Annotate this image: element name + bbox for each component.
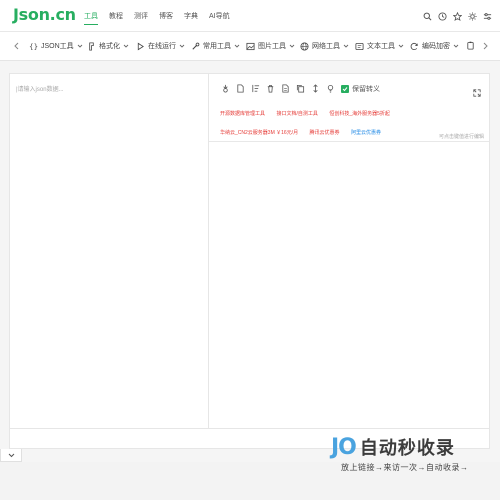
main-nav: 工具 教程 测评 博客 字典 AI导航 bbox=[84, 11, 241, 25]
scroll-right-icon[interactable] bbox=[481, 41, 489, 51]
star-icon[interactable] bbox=[450, 10, 464, 22]
output-divider bbox=[209, 141, 489, 142]
watermark: JO 自动秒收录 放上链接→来访一次→自动收录→ bbox=[331, 434, 469, 473]
settings-icon[interactable] bbox=[480, 10, 494, 22]
text-icon bbox=[355, 42, 364, 51]
tool-text[interactable]: 文本工具 bbox=[355, 41, 404, 51]
theme-icon[interactable] bbox=[465, 10, 479, 22]
tool-json[interactable]: {} JSON工具 bbox=[29, 41, 83, 51]
tool-run-online[interactable]: 在线运行 bbox=[136, 41, 185, 51]
nav-item-tutorials[interactable]: 教程 bbox=[109, 11, 123, 21]
ad-link[interactable]: 开源数据库管理工具 bbox=[220, 107, 265, 121]
json-icon: {} bbox=[29, 42, 38, 51]
ad-link[interactable]: 华纳云_CN2云服务器3M ￥16元/月 bbox=[220, 126, 298, 140]
fullscreen-icon[interactable] bbox=[473, 84, 481, 97]
expand-collapse-icon[interactable] bbox=[310, 83, 321, 94]
tool-category-bar: {} JSON工具 格式化 在线运行 常用工具 图片工具 网络工具 文本工具 编… bbox=[0, 32, 500, 61]
json-editor: |请输入json数据... 保留转义 开源数据库管理工具 接口文档/自测工具 恒… bbox=[9, 73, 490, 429]
search-icon[interactable] bbox=[420, 10, 434, 22]
ad-link[interactable]: 腾讯云优惠券 bbox=[310, 126, 340, 140]
tool-format[interactable]: 格式化 bbox=[87, 41, 129, 51]
tool-icon bbox=[191, 42, 200, 51]
chevron-down-icon bbox=[77, 43, 83, 49]
collapse-panel-button[interactable] bbox=[0, 449, 22, 462]
ad-link[interactable]: 接口文档/自测工具 bbox=[276, 107, 317, 121]
tool-image-label: 图片工具 bbox=[258, 43, 286, 50]
bulb-icon[interactable] bbox=[325, 83, 336, 94]
sort-icon[interactable] bbox=[250, 83, 261, 94]
chevron-down-icon bbox=[8, 453, 14, 457]
image-icon bbox=[246, 42, 255, 51]
top-navbar: Json.cn 工具 教程 测评 博客 字典 AI导航 bbox=[0, 0, 500, 32]
tool-common[interactable]: 常用工具 bbox=[191, 41, 240, 51]
edit-hint: 可点击键值进行编辑 bbox=[438, 134, 484, 140]
watermark-title: 自动秒收录 bbox=[359, 438, 455, 458]
scroll-left-icon[interactable] bbox=[12, 41, 20, 51]
tool-run-online-label: 在线运行 bbox=[148, 43, 176, 50]
chevron-down-icon bbox=[123, 43, 129, 49]
copy-icon[interactable] bbox=[295, 83, 306, 94]
watermark-logo: JO bbox=[331, 435, 357, 460]
watermark-subtitle: 放上链接→来访一次→自动收录→ bbox=[341, 463, 469, 472]
chevron-down-icon bbox=[179, 43, 185, 49]
compress-icon[interactable] bbox=[220, 83, 231, 94]
delete-icon[interactable] bbox=[265, 83, 276, 94]
tool-image[interactable]: 图片工具 bbox=[246, 41, 295, 51]
checkbox-checked-icon bbox=[341, 84, 349, 93]
history-icon[interactable] bbox=[435, 10, 449, 22]
globe-icon bbox=[300, 41, 309, 51]
nav-item-dictionary[interactable]: 字典 bbox=[184, 11, 198, 21]
format-icon bbox=[87, 41, 96, 51]
ad-link[interactable]: 恒创科技_海外服务器5折起 bbox=[329, 107, 390, 121]
ad-link[interactable]: 阿里云优惠券 bbox=[351, 126, 381, 140]
nav-item-ai-nav[interactable]: AI导航 bbox=[209, 11, 230, 21]
encode-icon bbox=[410, 42, 419, 51]
site-logo[interactable]: Json.cn bbox=[13, 5, 76, 24]
chevron-down-icon bbox=[343, 43, 349, 49]
tool-encode[interactable]: 编码加密 bbox=[410, 41, 459, 51]
tool-json-label: JSON工具 bbox=[41, 43, 74, 50]
keep-escape-label: 保留转义 bbox=[352, 85, 380, 93]
tool-common-label: 常用工具 bbox=[203, 43, 231, 50]
top-icon-group bbox=[419, 10, 494, 22]
chevron-down-icon bbox=[234, 43, 240, 49]
nav-item-blog[interactable]: 博客 bbox=[159, 11, 173, 21]
tool-format-label: 格式化 bbox=[99, 43, 120, 50]
tool-text-label: 文本工具 bbox=[367, 43, 395, 50]
chevron-down-icon bbox=[453, 43, 459, 49]
json-output-pane: 保留转义 开源数据库管理工具 接口文档/自测工具 恒创科技_海外服务器5折起 华… bbox=[209, 74, 489, 428]
chevron-down-icon bbox=[398, 43, 404, 49]
document-icon[interactable] bbox=[280, 83, 291, 94]
keep-escape-toggle[interactable]: 保留转义 bbox=[341, 84, 380, 94]
chevron-down-icon bbox=[289, 43, 295, 49]
nav-item-tools[interactable]: 工具 bbox=[84, 11, 98, 25]
json-input-pane[interactable]: |请输入json数据... bbox=[10, 74, 209, 428]
play-icon bbox=[136, 42, 145, 51]
clipboard-icon bbox=[466, 41, 475, 50]
tool-encode-label: 编码加密 bbox=[422, 43, 450, 50]
tool-network[interactable]: 网络工具 bbox=[300, 41, 349, 51]
svg-text:{}: {} bbox=[29, 42, 38, 51]
json-input-placeholder: |请输入json数据... bbox=[16, 87, 64, 93]
nav-item-reviews[interactable]: 测评 bbox=[134, 11, 148, 21]
tool-network-label: 网络工具 bbox=[312, 43, 340, 50]
file-icon[interactable] bbox=[235, 83, 246, 94]
tool-more[interactable] bbox=[466, 41, 478, 50]
output-toolbar: 保留转义 bbox=[220, 83, 380, 94]
